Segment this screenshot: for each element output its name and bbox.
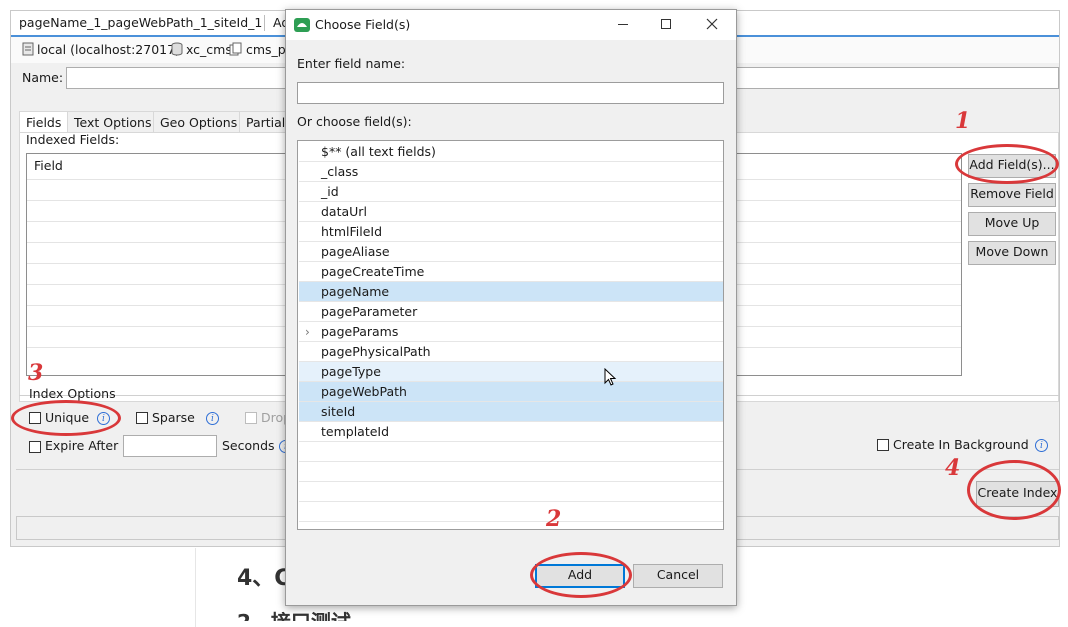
breadcrumb-database[interactable]: xc_cms xyxy=(186,41,232,59)
list-item-label: $** (all text fields) xyxy=(321,144,436,159)
list-item xyxy=(299,442,723,462)
breadcrumb-connection[interactable]: local (localhost:27017) xyxy=(37,41,180,59)
sparse-checkbox[interactable] xyxy=(136,412,148,424)
enter-field-label: Enter field name: xyxy=(297,56,406,71)
list-item[interactable]: pageParameter xyxy=(299,302,723,322)
move-down-button[interactable]: Move Down xyxy=(968,241,1056,265)
list-item-label: dataUrl xyxy=(321,204,367,219)
list-item[interactable]: siteId xyxy=(299,402,723,422)
cancel-button[interactable]: Cancel xyxy=(633,564,723,588)
choose-fields-dialog: Choose Field(s) Enter field name: Or cho… xyxy=(285,9,737,606)
sparse-info-icon[interactable]: i xyxy=(206,412,219,425)
drop-duplicates-checkbox[interactable] xyxy=(245,412,257,424)
list-item[interactable]: htmlFileId xyxy=(299,222,723,242)
maximize-icon[interactable] xyxy=(661,19,671,29)
list-item-label: _class xyxy=(321,164,359,179)
close-icon[interactable] xyxy=(706,18,718,30)
sparse-label: Sparse xyxy=(152,410,195,425)
app-logo-icon xyxy=(294,18,310,32)
tab-divider xyxy=(264,15,265,31)
minimize-icon[interactable] xyxy=(618,24,628,25)
list-item-label: pageWebPath xyxy=(321,384,407,399)
list-item-label: pageType xyxy=(321,364,381,379)
table-header-field: Field xyxy=(34,158,63,173)
list-item-label: htmlFileId xyxy=(321,224,383,239)
field-name-input[interactable] xyxy=(297,82,724,104)
collection-icon xyxy=(229,42,242,56)
list-item xyxy=(299,482,723,502)
list-item-label: pagePhysicalPath xyxy=(321,344,431,359)
tab-text-options[interactable]: Text Options xyxy=(67,111,159,133)
doc-margin-line xyxy=(195,548,196,627)
annotation-ellipse-create-index xyxy=(967,460,1061,520)
editor-tab-title[interactable]: pageName_1_pageWebPath_1_siteId_1 xyxy=(19,13,262,33)
list-item[interactable]: templateId xyxy=(299,422,723,442)
chevron-right-icon[interactable]: › xyxy=(305,322,310,342)
list-item[interactable]: pageWebPath xyxy=(299,382,723,402)
annotation-ellipse-unique xyxy=(11,400,121,436)
background-info-icon[interactable]: i xyxy=(1035,439,1048,452)
expire-after-label: Expire After xyxy=(45,438,119,453)
list-item-label: pageAliase xyxy=(321,244,390,259)
expire-after-input[interactable] xyxy=(123,435,217,457)
database-icon xyxy=(171,42,183,56)
list-item-label: siteId xyxy=(321,404,356,419)
list-item-label: pageCreateTime xyxy=(321,264,425,279)
annotation-number-4: 4 xyxy=(945,455,961,481)
tab-geo-options[interactable]: Geo Options xyxy=(153,111,245,133)
fields-list[interactable]: $** (all text fields) _class _id dataUrl htm… xyxy=(297,140,724,530)
list-item-label: _id xyxy=(321,184,339,199)
list-item[interactable]: › pageParams xyxy=(299,322,723,342)
server-icon xyxy=(22,42,34,56)
annotation-number-1: 1 xyxy=(955,108,971,134)
list-item[interactable]: pageName xyxy=(299,282,723,302)
list-item[interactable]: pageAliase xyxy=(299,242,723,262)
fields-list-rows: $** (all text fields) _class _id dataUrl htm… xyxy=(299,142,723,529)
list-item[interactable]: _id xyxy=(299,182,723,202)
doc-subheading: 2、接口测试 xyxy=(237,606,351,621)
mouse-cursor-icon xyxy=(604,368,617,386)
index-options-label: Index Options xyxy=(29,386,116,401)
dialog-title: Choose Field(s) xyxy=(315,17,411,32)
list-item[interactable]: pageType xyxy=(299,362,723,382)
list-item[interactable]: _class xyxy=(299,162,723,182)
list-item[interactable]: pagePhysicalPath xyxy=(299,342,723,362)
list-item-label: pageParameter xyxy=(321,304,418,319)
create-in-background-checkbox[interactable] xyxy=(877,439,889,451)
seconds-label: Seconds xyxy=(222,438,275,453)
doc-heading: 4、C xyxy=(237,566,291,591)
list-item[interactable]: pageCreateTime xyxy=(299,262,723,282)
list-item xyxy=(299,502,723,522)
list-item-label: pageName xyxy=(321,284,390,299)
choose-fields-label: Or choose field(s): xyxy=(297,114,412,129)
list-item-label: pageParams xyxy=(321,324,399,339)
indexed-fields-label: Indexed Fields: xyxy=(26,132,120,147)
remove-field-button[interactable]: Remove Field xyxy=(968,183,1056,207)
tab-fields[interactable]: Fields xyxy=(19,111,69,133)
move-up-button[interactable]: Move Up xyxy=(968,212,1056,236)
list-item xyxy=(299,462,723,482)
annotation-ellipse-add xyxy=(530,552,632,598)
name-label: Name: xyxy=(22,70,64,85)
expire-after-checkbox[interactable] xyxy=(29,441,41,453)
create-in-background-label: Create In Background xyxy=(893,437,1029,452)
annotation-ellipse-add-fields xyxy=(955,144,1059,184)
annotation-number-2: 2 xyxy=(546,506,562,532)
list-item[interactable]: dataUrl xyxy=(299,202,723,222)
annotation-number-3: 3 xyxy=(28,360,44,386)
list-item-label: templateId xyxy=(321,424,390,439)
list-item[interactable]: $** (all text fields) xyxy=(299,142,723,162)
